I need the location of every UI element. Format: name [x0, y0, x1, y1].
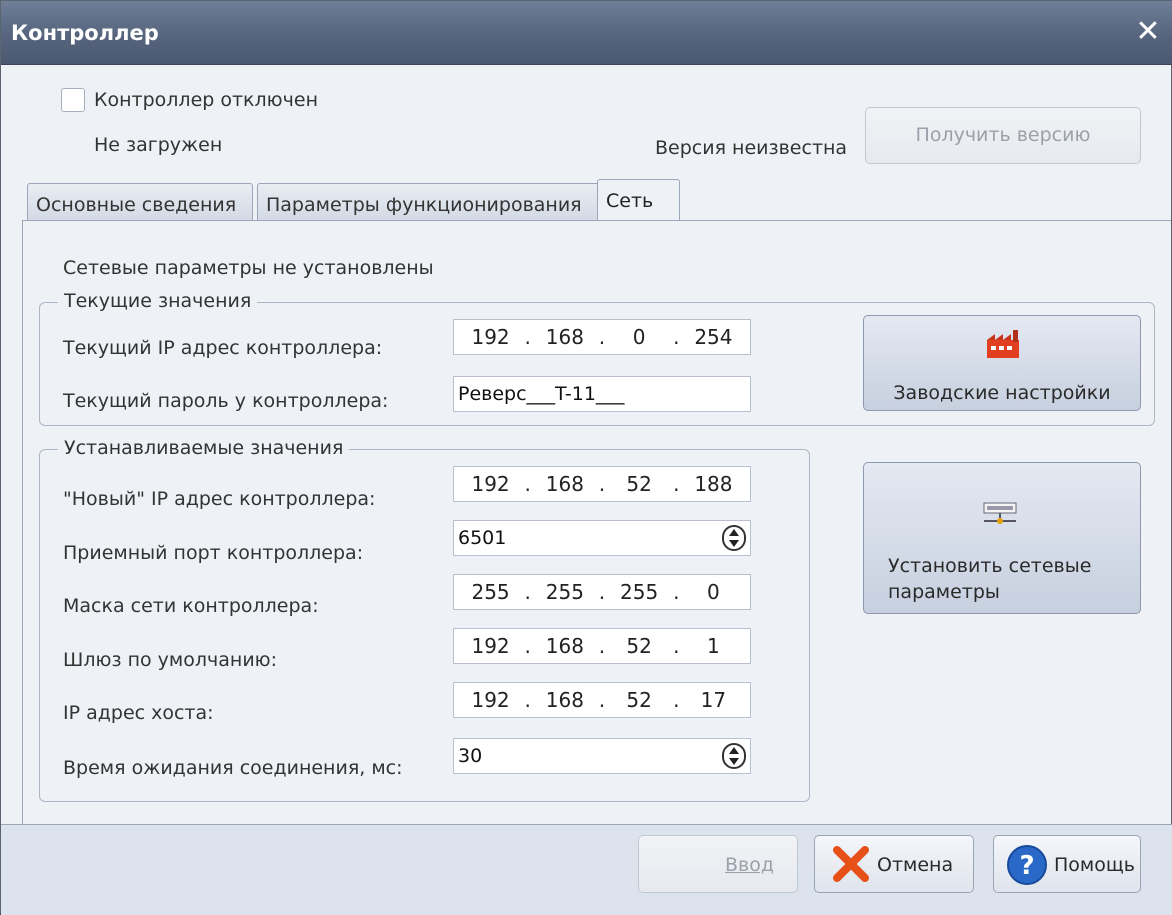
current-password-label: Текущий пароль у контроллера: — [63, 390, 389, 412]
ok-button-label: Ввод — [725, 854, 774, 876]
tab-network[interactable]: Сеть — [597, 179, 680, 221]
controller-disabled-checkbox[interactable] — [61, 88, 85, 112]
mask-label: Маска сети контроллера: — [63, 595, 319, 617]
port-input[interactable]: 6501 — [453, 520, 751, 556]
controller-disabled-label: Контроллер отключен — [94, 89, 319, 111]
timeout-value: 30 — [458, 745, 483, 767]
ip-octet: 52 — [626, 634, 652, 658]
mask-field[interactable]: 255. 255. 255. 0 — [453, 574, 751, 610]
ok-button[interactable]: Ввод — [638, 835, 798, 893]
gateway-field[interactable]: 192. 168. 52. 1 — [453, 628, 751, 664]
ip-octet: 168 — [545, 688, 584, 712]
ip-octet: 255 — [620, 580, 659, 604]
ip-octet: 1 — [707, 634, 720, 658]
new-ip-field[interactable]: 192. 168. 52. 188 — [453, 466, 751, 502]
cancel-x-icon — [833, 846, 869, 882]
host-ip-field[interactable]: 192. 168. 52. 17 — [453, 682, 751, 718]
timeout-spinner-icon[interactable] — [722, 743, 746, 769]
dialog-window: Контроллер ✕ Контроллер отключен Не загр… — [0, 0, 1172, 915]
window-title: Контроллер — [11, 21, 159, 45]
current-ip-label: Текущий IP адрес контроллера: — [63, 337, 383, 359]
cancel-button[interactable]: Отмена — [814, 835, 974, 893]
ip-octet: 192 — [471, 634, 510, 658]
network-warning: Сетевые параметры не установлены — [63, 257, 434, 279]
port-spinner-icon[interactable] — [722, 525, 746, 551]
factory-settings-button[interactable]: Заводские настройки — [863, 315, 1141, 411]
gateway-label: Шлюз по умолчанию: — [63, 649, 278, 671]
ip-octet: 0 — [707, 580, 720, 604]
get-version-button[interactable]: Получить версию — [865, 107, 1141, 164]
help-icon: ? — [1007, 845, 1047, 885]
apply-network-label-line2: параметры — [888, 581, 1000, 603]
ip-octet: 52 — [626, 472, 652, 496]
host-label: IP адрес хоста: — [63, 702, 214, 724]
cancel-button-label: Отмена — [877, 854, 954, 876]
load-status: Не загружен — [94, 134, 223, 156]
ip-octet: 192 — [471, 688, 510, 712]
title-bar: Контроллер ✕ — [1, 1, 1172, 65]
current-values-legend: Текущие значения — [58, 290, 258, 312]
ip-octet: 255 — [471, 580, 510, 604]
close-icon[interactable]: ✕ — [1133, 15, 1163, 49]
timeout-input[interactable]: 30 — [453, 738, 751, 774]
new-ip-label: "Новый" IP адрес контроллера: — [63, 488, 376, 510]
port-value: 6501 — [458, 527, 507, 549]
apply-network-button[interactable]: Установить сетевые параметры — [863, 462, 1141, 614]
ip-octet: 0 — [632, 325, 646, 349]
ip-octet: 168 — [545, 472, 584, 496]
timeout-label: Время ожидания соединения, мс: — [63, 757, 403, 779]
ip-octet: 17 — [700, 688, 727, 712]
apply-network-label-line1: Установить сетевые — [888, 555, 1092, 577]
version-text: Версия неизвестна — [655, 137, 848, 159]
current-password-value: Реверс___T-11___ — [458, 383, 625, 405]
ip-octet: 192 — [471, 472, 510, 496]
factory-settings-label: Заводские настройки — [893, 382, 1111, 404]
port-label: Приемный порт контроллера: — [63, 542, 364, 564]
current-ip-field[interactable]: 192. 168. 0. 254 — [453, 319, 751, 355]
network-settings-icon — [983, 502, 1017, 524]
help-button-label: Помощь — [1054, 854, 1135, 876]
new-values-legend: Устанавливаемые значения — [58, 437, 350, 459]
ip-octet: 254 — [694, 325, 733, 349]
ip-octet: 192 — [471, 325, 510, 349]
factory-icon — [987, 330, 1019, 358]
current-password-field[interactable]: Реверс___T-11___ — [453, 376, 751, 412]
ip-octet: 168 — [545, 325, 584, 349]
ip-octet: 188 — [694, 472, 733, 496]
svg-text:?: ? — [1019, 851, 1034, 881]
ip-octet: 52 — [626, 688, 652, 712]
tab-operation-params[interactable]: Параметры функционирования — [257, 183, 609, 220]
tab-main-info[interactable]: Основные сведения — [27, 183, 253, 220]
ip-octet: 255 — [545, 580, 584, 604]
ip-octet: 168 — [545, 634, 584, 658]
help-button[interactable]: ? Помощь — [993, 835, 1141, 893]
